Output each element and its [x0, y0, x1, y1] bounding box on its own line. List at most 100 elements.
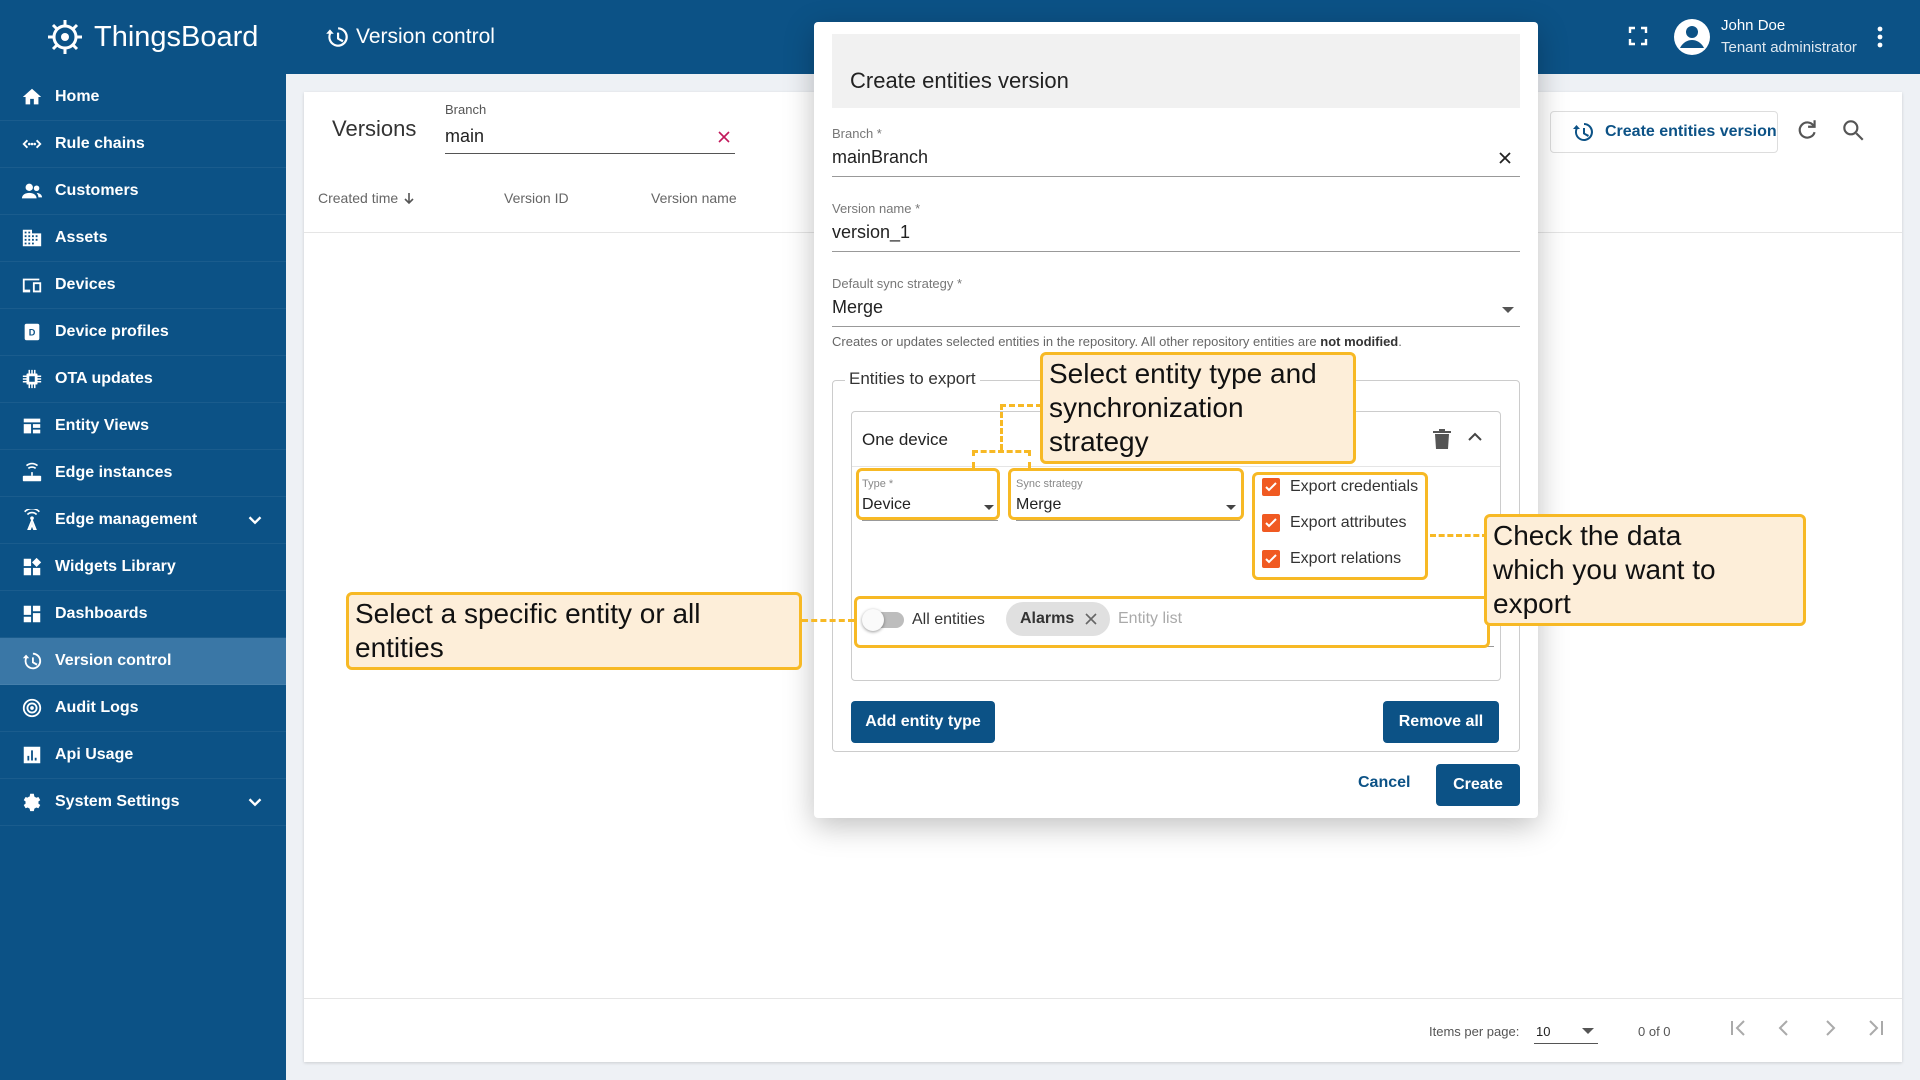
connector-line — [1000, 404, 1042, 407]
previous-page-icon[interactable] — [1770, 1014, 1798, 1042]
entity-views-icon — [20, 414, 44, 438]
user-name[interactable]: John Doe — [1721, 17, 1785, 34]
cancel-button[interactable]: Cancel — [1358, 774, 1410, 792]
sidebar-item-label: Assets — [55, 229, 108, 246]
sidebar-item-rule-chains[interactable]: Rule chains — [0, 121, 286, 168]
page-title: Version control — [324, 24, 495, 50]
sidebar: ThingsBoard Home Rule chains Customers A… — [0, 0, 286, 1080]
fullscreen-icon[interactable] — [1626, 24, 1650, 48]
chevron-down-icon[interactable] — [244, 791, 266, 813]
version-name-field[interactable]: Version name * version_1 — [832, 201, 1520, 252]
more-vertical-icon[interactable] — [1868, 24, 1892, 50]
sidebar-item-assets[interactable]: Assets — [0, 215, 286, 262]
default-sync-strategy-value: Merge — [832, 297, 884, 317]
dropdown-arrow-icon — [1582, 1028, 1594, 1034]
assets-icon — [20, 226, 44, 250]
sidebar-item-system-settings[interactable]: System Settings — [0, 779, 286, 826]
refresh-icon[interactable] — [1794, 117, 1820, 143]
sidebar-item-customers[interactable]: Customers — [0, 168, 286, 215]
close-icon[interactable] — [1498, 151, 1512, 165]
chevron-down-icon[interactable] — [244, 509, 266, 531]
sidebar-item-devices[interactable]: Devices — [0, 262, 286, 309]
trash-icon[interactable] — [1432, 428, 1452, 450]
sidebar-item-device-profiles[interactable]: D Device profiles — [0, 309, 286, 356]
remove-all-button[interactable]: Remove all — [1383, 701, 1499, 743]
pagination-range: 0 of 0 — [1638, 1024, 1671, 1039]
connector-line — [1028, 450, 1031, 468]
page-title-text: Version control — [356, 25, 495, 48]
search-icon[interactable] — [1840, 117, 1866, 143]
sidebar-item-label: Home — [55, 88, 100, 105]
sidebar-item-label: Edge management — [55, 511, 198, 528]
dashboards-icon — [20, 602, 44, 626]
callout-line: synchronization strategy — [1049, 392, 1244, 457]
sidebar-item-ota-updates[interactable]: OTA updates — [0, 356, 286, 403]
default-sync-strategy-select[interactable]: Default sync strategy * Merge — [832, 276, 1520, 327]
entities-to-export-legend: Entities to export — [845, 369, 980, 389]
sidebar-item-label: Device profiles — [55, 323, 169, 340]
create-button[interactable]: Create — [1436, 764, 1520, 806]
connector-line — [1430, 534, 1488, 537]
column-header-label: Version name — [651, 190, 737, 206]
sidebar-item-api-usage[interactable]: Api Usage — [0, 732, 286, 779]
dropdown-arrow-icon — [1502, 307, 1514, 313]
create-entities-version-button[interactable]: Create entities version — [1550, 111, 1778, 153]
sidebar-item-label: System Settings — [55, 793, 180, 810]
items-per-page-select[interactable]: 10 — [1534, 1018, 1598, 1044]
items-per-page-value: 10 — [1536, 1024, 1551, 1039]
next-page-icon[interactable] — [1816, 1014, 1844, 1042]
connector-line — [972, 450, 1030, 453]
edge-instances-icon — [20, 461, 44, 485]
branch-select[interactable]: main — [445, 122, 735, 154]
sidebar-item-label: Dashboards — [55, 605, 148, 622]
version-name-label: Version name * — [832, 201, 921, 216]
column-header-version-id[interactable]: Version ID — [504, 190, 569, 206]
thingsboard-logo-icon — [48, 20, 82, 54]
sidebar-item-home[interactable]: Home — [0, 74, 286, 121]
sidebar-item-dashboards[interactable]: Dashboards — [0, 591, 286, 638]
branch-field-value[interactable]: mainBranch — [832, 147, 928, 167]
last-page-icon[interactable] — [1862, 1014, 1890, 1042]
callout-specific-entity: Select a specific entity or all entities — [346, 592, 802, 670]
sidebar-item-entity-views[interactable]: Entity Views — [0, 403, 286, 450]
version-control-icon — [20, 649, 44, 673]
items-per-page-label: Items per page: — [1429, 1024, 1520, 1039]
close-icon[interactable] — [717, 130, 731, 144]
avatar[interactable] — [1672, 17, 1712, 57]
sidebar-item-widgets-library[interactable]: Widgets Library — [0, 544, 286, 591]
rule-chains-icon — [20, 132, 44, 156]
sidebar-item-edge-management[interactable]: Edge management — [0, 497, 286, 544]
sidebar-item-label: Rule chains — [55, 135, 145, 152]
system-settings-icon — [20, 790, 44, 814]
sidebar-item-edge-instances[interactable]: Edge instances — [0, 450, 286, 497]
sidebar-item-label: Widgets Library — [55, 558, 176, 575]
connector-line — [802, 619, 854, 622]
first-page-icon[interactable] — [1724, 1014, 1752, 1042]
column-header-created-time[interactable]: Created time — [318, 190, 416, 206]
connector-line — [972, 450, 975, 468]
hint-text: Creates or updates selected entities in … — [832, 334, 1321, 349]
sidebar-item-label: Devices — [55, 276, 116, 293]
brand-logo[interactable]: ThingsBoard — [0, 0, 286, 74]
divider — [304, 998, 1902, 999]
column-header-label: Version ID — [504, 190, 569, 206]
chevron-up-icon[interactable] — [1464, 426, 1486, 448]
column-header-version-name[interactable]: Version name — [651, 190, 737, 206]
user-role: Tenant administrator — [1721, 39, 1857, 56]
sidebar-item-label: Entity Views — [55, 417, 149, 434]
device-profiles-icon: D — [20, 320, 44, 344]
sidebar-item-audit-logs[interactable]: Audit Logs — [0, 685, 286, 732]
branch-value: main — [445, 126, 485, 146]
branch-field[interactable]: Branch * mainBranch — [832, 126, 1520, 177]
connector-line — [1000, 404, 1003, 450]
svg-text:D: D — [29, 328, 36, 338]
callout-line: Check the data — [1493, 520, 1682, 551]
version-name-value[interactable]: version_1 — [832, 222, 910, 242]
column-header-label: Created time — [318, 190, 399, 206]
create-button-label: Create entities version — [1605, 123, 1777, 140]
add-entity-type-button[interactable]: Add entity type — [851, 701, 995, 743]
branch-field-label: Branch * — [832, 126, 882, 141]
sidebar-item-version-control[interactable]: Version control — [0, 638, 286, 685]
entity-card-title: One device — [862, 430, 948, 449]
api-usage-icon — [20, 743, 44, 767]
